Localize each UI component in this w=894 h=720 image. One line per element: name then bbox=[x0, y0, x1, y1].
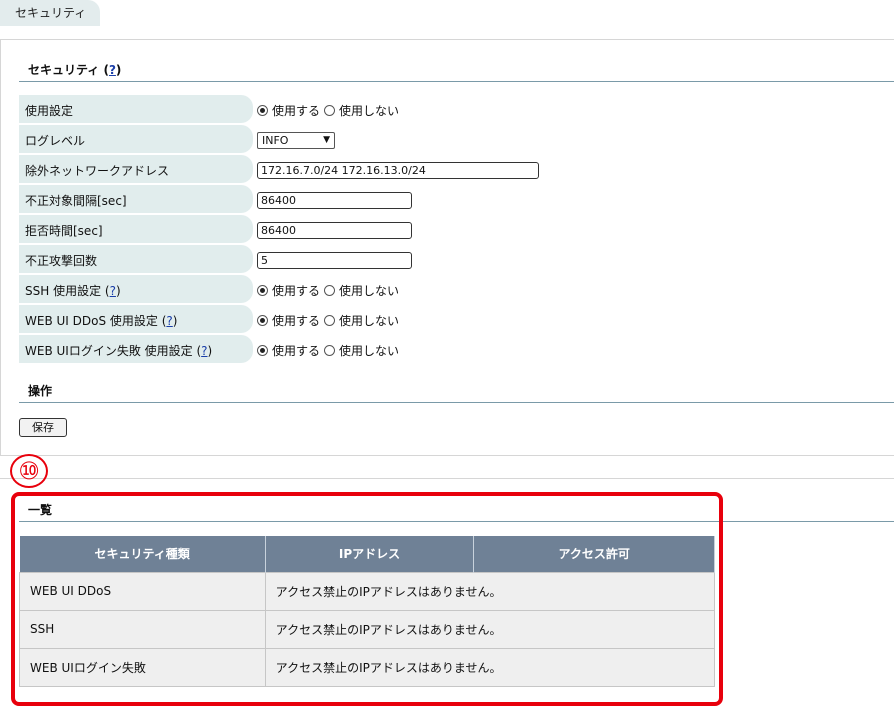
setting-row-deny-time: 拒否時間[sec] 86400 bbox=[19, 215, 879, 243]
panel-border bbox=[0, 40, 1, 455]
radio-label: 使用しない bbox=[339, 103, 400, 118]
save-button[interactable]: 保存 bbox=[19, 418, 67, 437]
radio-label: 使用しない bbox=[339, 343, 400, 358]
setting-row-webui-ddos: WEB UI DDoS 使用設定 (?) 使用する 使用しない bbox=[19, 305, 879, 333]
radio-use[interactable] bbox=[257, 104, 268, 116]
setting-row-ssh: SSH 使用設定 (?) 使用する 使用しない bbox=[19, 275, 879, 303]
radio-label: 使用する bbox=[272, 313, 321, 328]
log-level-select[interactable]: INFO ▼ bbox=[257, 131, 335, 149]
tab-label: セキュリティ bbox=[15, 6, 87, 20]
radio-use[interactable] bbox=[257, 314, 268, 326]
setting-label: ログレベル bbox=[19, 125, 253, 153]
setting-row-webui-login-fail: WEB UIログイン失敗 使用設定 (?) 使用する 使用しない bbox=[19, 335, 879, 363]
radio-label: 使用しない bbox=[339, 313, 400, 328]
setting-label: WEB UIログイン失敗 使用設定 (?) bbox=[19, 335, 253, 363]
radio-label: 使用する bbox=[272, 103, 321, 118]
setting-label: 不正対象間隔[sec] bbox=[19, 185, 253, 213]
setting-row-exclude-network: 除外ネットワークアドレス 172.16.7.0/24 172.16.13.0/2… bbox=[19, 155, 879, 183]
chevron-down-icon: ▼ bbox=[323, 135, 330, 145]
setting-row-attack-count: 不正攻撃回数 5 bbox=[19, 245, 879, 273]
radio-not-use[interactable] bbox=[324, 344, 336, 356]
setting-label: 除外ネットワークアドレス bbox=[19, 155, 253, 183]
highlight-box bbox=[11, 492, 723, 706]
tab-divider bbox=[0, 39, 894, 40]
setting-label: 不正攻撃回数 bbox=[19, 245, 253, 273]
security-section-title: セキュリティ (?) bbox=[19, 61, 894, 82]
tab-security[interactable]: セキュリティ bbox=[0, 0, 100, 26]
setting-label: SSH 使用設定 (?) bbox=[19, 275, 253, 303]
radio-not-use[interactable] bbox=[324, 314, 336, 326]
setting-row-enable: 使用設定 使用する 使用しない bbox=[19, 95, 879, 123]
interval-input[interactable]: 86400 bbox=[257, 191, 412, 209]
radio-not-use[interactable] bbox=[324, 284, 336, 296]
section-divider bbox=[0, 455, 894, 456]
radio-not-use[interactable] bbox=[324, 104, 336, 116]
radio-label: 使用しない bbox=[339, 283, 400, 298]
deny-time-input[interactable]: 86400 bbox=[257, 221, 412, 239]
radio-label: 使用する bbox=[272, 283, 321, 298]
help-link[interactable]: ? bbox=[109, 63, 116, 77]
attack-count-input[interactable]: 5 bbox=[257, 251, 412, 269]
setting-label: 使用設定 bbox=[19, 95, 253, 123]
radio-use[interactable] bbox=[257, 284, 268, 296]
exclude-network-input[interactable]: 172.16.7.0/24 172.16.13.0/24 bbox=[257, 161, 539, 179]
select-value: INFO bbox=[262, 133, 289, 147]
radio-use[interactable] bbox=[257, 344, 268, 356]
operation-section-title: 操作 bbox=[19, 382, 894, 403]
setting-row-log-level: ログレベル INFO ▼ bbox=[19, 125, 879, 153]
setting-label: WEB UI DDoS 使用設定 (?) bbox=[19, 305, 253, 333]
setting-label: 拒否時間[sec] bbox=[19, 215, 253, 243]
annotation-marker: ⑩ bbox=[10, 454, 48, 488]
section-divider bbox=[0, 478, 894, 479]
setting-row-interval: 不正対象間隔[sec] 86400 bbox=[19, 185, 879, 213]
radio-label: 使用する bbox=[272, 343, 321, 358]
